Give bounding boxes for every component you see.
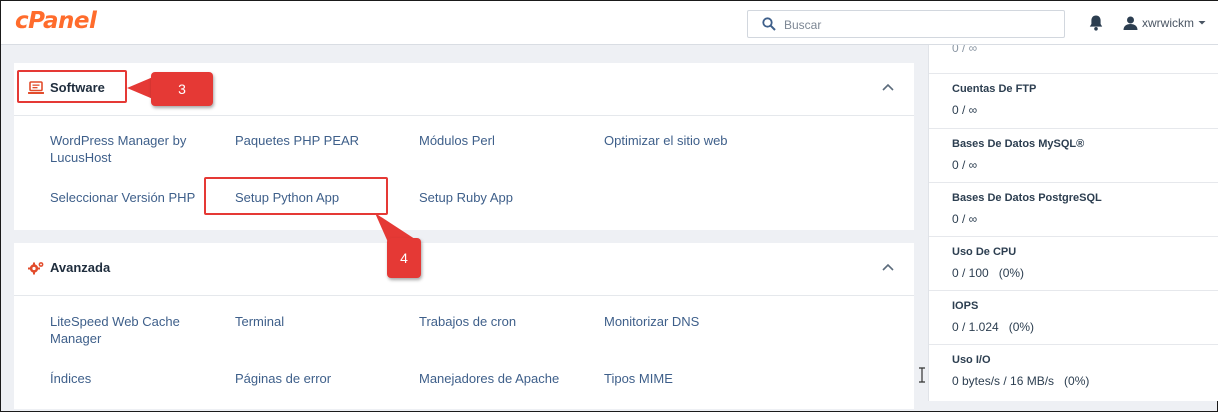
- user-icon: [1123, 16, 1138, 30]
- stat-value: 0 bytes/s / 16 MB/s (0%): [952, 374, 1090, 388]
- search-box[interactable]: [747, 10, 1065, 38]
- link-tipos-mime[interactable]: Tipos MIME: [604, 370, 673, 387]
- link-optimizar-sitio-web[interactable]: Optimizar el sitio web: [604, 132, 728, 149]
- highlight-software: [17, 70, 127, 103]
- search-input[interactable]: [784, 15, 1054, 35]
- search-icon: [762, 17, 776, 31]
- avanzada-title: Avanzada: [50, 260, 111, 275]
- stat-value: 0 / 1.024 (0%): [952, 320, 1035, 334]
- stat-label: Cuentas De FTP: [952, 83, 1037, 95]
- link-modulos-perl[interactable]: Módulos Perl: [419, 132, 495, 149]
- link-seleccionar-version-php[interactable]: Seleccionar Versión PHP: [50, 189, 195, 206]
- cpanel-logo[interactable]: cPanel: [15, 8, 97, 34]
- caret-down-icon: [1198, 21, 1206, 25]
- stat-label: Bases De Datos PostgreSQL: [952, 192, 1102, 204]
- link-paquetes-php-pear[interactable]: Paquetes PHP PEAR: [235, 132, 359, 149]
- stat-label: Uso De CPU: [952, 246, 1017, 258]
- stat-label: Bases De Datos MySQL®: [952, 138, 1085, 150]
- chevron-up-icon[interactable]: [882, 263, 894, 271]
- avanzada-links: LiteSpeed Web Cache Manager Terminal Tra…: [14, 295, 914, 409]
- stat-mysql: Bases De Datos MySQL® 0 / ∞: [929, 129, 1218, 183]
- link-terminal[interactable]: Terminal: [235, 313, 284, 330]
- stats-sidebar: 0 / ∞ Cuentas De FTP 0 / ∞ Bases De Dato…: [928, 45, 1218, 401]
- stat-partial-value: 0 / ∞: [952, 45, 978, 55]
- stat-io: Uso I/O 0 bytes/s / 16 MB/s (0%): [929, 345, 1218, 401]
- step-3-badge: 3: [151, 72, 213, 106]
- link-monitorizar-dns[interactable]: Monitorizar DNS: [604, 313, 699, 330]
- top-bar: cPanel xwrwickm: [1, 1, 1218, 45]
- bell-icon[interactable]: [1088, 14, 1104, 32]
- stat-label: IOPS: [952, 300, 979, 312]
- user-menu[interactable]: xwrwickm: [1123, 13, 1206, 33]
- highlight-setup-python: [204, 177, 388, 215]
- gears-icon: [28, 262, 44, 275]
- text-cursor-icon: [919, 367, 925, 383]
- stat-value: 0 / 100 (0%): [952, 266, 1025, 280]
- username: xwrwickm: [1142, 16, 1194, 30]
- callout-pointer-3: [127, 77, 153, 99]
- link-trabajos-de-cron[interactable]: Trabajos de cron: [419, 313, 516, 330]
- link-manejadores-de-apache[interactable]: Manejadores de Apache: [419, 370, 559, 387]
- stat-value: 0 / ∞: [952, 103, 978, 117]
- software-links: WordPress Manager by LucusHost Paquetes …: [14, 115, 914, 230]
- stat-cpu: Uso De CPU 0 / 100 (0%): [929, 237, 1218, 291]
- stat-postgresql: Bases De Datos PostgreSQL 0 / ∞: [929, 183, 1218, 237]
- stat-ftp: Cuentas De FTP 0 / ∞: [929, 74, 1218, 129]
- link-indices[interactable]: Índices: [50, 370, 91, 387]
- step-4-badge: 4: [387, 238, 421, 278]
- link-litespeed-cache-manager[interactable]: LiteSpeed Web Cache Manager: [50, 313, 210, 347]
- chevron-up-icon[interactable]: [882, 83, 894, 91]
- link-setup-ruby-app[interactable]: Setup Ruby App: [419, 189, 513, 206]
- link-paginas-de-error[interactable]: Páginas de error: [235, 370, 331, 387]
- link-wordpress-manager[interactable]: WordPress Manager by LucusHost: [50, 132, 210, 166]
- avanzada-panel-header[interactable]: Avanzada: [14, 243, 914, 295]
- avanzada-panel: Avanzada LiteSpeed Web Cache Manager Ter…: [14, 243, 914, 409]
- stat-iops: IOPS 0 / 1.024 (0%): [929, 291, 1218, 345]
- stat-value: 0 / ∞: [952, 158, 978, 172]
- stat-partial: 0 / ∞: [929, 45, 1218, 74]
- stat-label: Uso I/O: [952, 354, 991, 366]
- stat-value: 0 / ∞: [952, 212, 978, 226]
